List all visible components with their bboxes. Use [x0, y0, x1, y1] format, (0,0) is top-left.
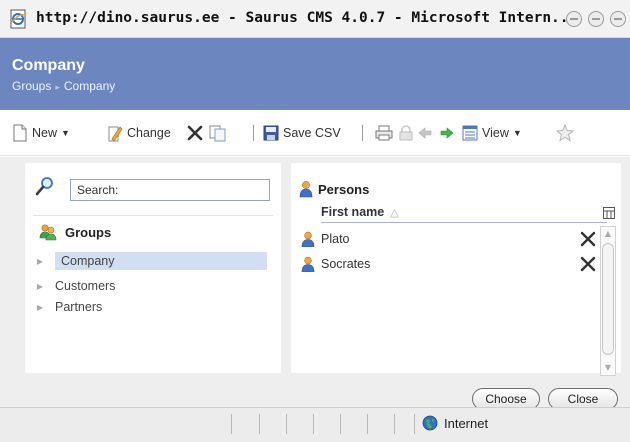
- person-row[interactable]: Plato: [301, 229, 596, 249]
- tree-item-partners[interactable]: ▶ Partners: [33, 296, 267, 318]
- tree-item-customers[interactable]: ▶ Customers: [33, 275, 267, 297]
- tree-item-label: Partners: [55, 300, 103, 314]
- status-divider: [259, 414, 260, 434]
- favorite-button[interactable]: [556, 122, 574, 144]
- printer-icon: [375, 125, 393, 141]
- delete-x-icon: [187, 125, 203, 141]
- person-icon: [299, 181, 313, 198]
- persons-title: Persons: [318, 181, 370, 197]
- status-divider: [286, 414, 287, 434]
- copy-icon: [209, 125, 226, 142]
- status-divider: [340, 414, 341, 434]
- copy-button[interactable]: [209, 122, 227, 144]
- star-icon: [556, 124, 574, 142]
- new-document-icon: [13, 124, 27, 142]
- toolbar-divider: [253, 125, 254, 141]
- save-csv-label: Save CSV: [283, 126, 341, 140]
- breadcrumb-item-groups[interactable]: Groups: [12, 79, 51, 93]
- chevron-down-icon: ▼: [512, 128, 522, 138]
- window-title: http://dino.saurus.ee - Saurus CMS 4.0.7…: [36, 10, 578, 26]
- move-right-button[interactable]: [440, 122, 454, 144]
- search-input[interactable]: [70, 179, 270, 201]
- status-divider: [367, 414, 368, 434]
- expand-arrow-icon[interactable]: ▶: [33, 303, 47, 312]
- groups-panel: Groups ▶ Company ▶ Customers ▶ Partners: [25, 163, 281, 373]
- new-button[interactable]: New ▼: [12, 122, 70, 144]
- person-name: Plato: [321, 232, 350, 246]
- view-button[interactable]: View ▼: [462, 122, 522, 144]
- window-titlebar: http://dino.saurus.ee - Saurus CMS 4.0.7…: [0, 0, 630, 38]
- breadcrumb-separator-icon: ▸: [55, 82, 60, 92]
- tree-item-label: Company: [55, 252, 267, 270]
- expand-arrow-icon[interactable]: ▶: [33, 257, 47, 266]
- main-area: Groups ▶ Company ▶ Customers ▶ Partners …: [0, 157, 630, 410]
- save-csv-button[interactable]: Save CSV: [263, 122, 341, 144]
- ie-page-icon: [10, 9, 27, 29]
- person-icon: [301, 256, 315, 272]
- status-divider: [414, 414, 415, 434]
- status-divider: [231, 414, 232, 434]
- persons-heading: Persons: [299, 180, 369, 198]
- new-label: New: [32, 126, 58, 140]
- lock-icon: [399, 125, 413, 141]
- groups-label: Groups: [65, 224, 112, 240]
- globe-icon: [422, 415, 438, 431]
- groups-heading: Groups: [39, 223, 111, 241]
- divider: [33, 215, 273, 216]
- tree-item-label: Customers: [55, 279, 116, 293]
- vertical-scrollbar[interactable]: ▲ ▼: [600, 226, 616, 376]
- change-label: Change: [127, 126, 171, 140]
- lock-button[interactable]: [398, 122, 414, 144]
- delete-x-icon[interactable]: [580, 231, 596, 247]
- toolbar-divider: [362, 125, 363, 141]
- move-left-button[interactable]: [418, 122, 432, 144]
- minimize-button[interactable]: [566, 11, 582, 27]
- tree-item-company[interactable]: ▶ Company: [33, 250, 267, 272]
- arrow-left-icon: [418, 127, 432, 139]
- delete-x-icon[interactable]: [580, 256, 596, 272]
- breadcrumb-item-company[interactable]: Company: [64, 79, 115, 93]
- view-label: View: [482, 126, 509, 140]
- maximize-button[interactable]: [588, 11, 604, 27]
- persons-panel: Persons First name △ Plato Socrates ▲ ▼: [291, 163, 621, 376]
- column-header-first-name[interactable]: First name △: [321, 205, 607, 223]
- chevron-down-icon: ▼: [61, 128, 70, 138]
- breadcrumb: Groups ▸ Company: [12, 79, 115, 93]
- person-icon: [301, 231, 315, 247]
- view-list-icon: [462, 125, 478, 141]
- scroll-up-icon[interactable]: ▲: [601, 227, 615, 241]
- security-zone: Internet: [422, 415, 488, 431]
- person-name: Socrates: [321, 257, 371, 271]
- expand-arrow-icon[interactable]: ▶: [33, 282, 47, 291]
- print-button[interactable]: [375, 122, 393, 144]
- column-header-label: First name: [321, 205, 385, 219]
- arrow-right-icon: [440, 127, 454, 139]
- close-window-button[interactable]: [610, 11, 626, 27]
- search-icon: [35, 177, 53, 196]
- zone-label: Internet: [444, 415, 489, 431]
- toolbar: New ▼ Change Save CSV View ▼: [0, 110, 630, 156]
- save-disk-icon: [263, 125, 279, 141]
- scroll-down-icon[interactable]: ▼: [601, 361, 615, 375]
- delete-button[interactable]: [187, 122, 203, 144]
- scrollbar-thumb[interactable]: [602, 243, 614, 355]
- status-divider: [313, 414, 314, 434]
- change-button[interactable]: Change: [107, 122, 171, 144]
- sort-icon[interactable]: △: [390, 207, 398, 219]
- page-header: Company Groups ▸ Company: [0, 38, 630, 110]
- status-bar: Internet: [0, 407, 630, 442]
- status-divider: [394, 414, 395, 434]
- column-menu-icon[interactable]: [603, 207, 615, 219]
- edit-icon: [108, 126, 123, 142]
- users-group-icon: [39, 224, 57, 241]
- page-title: Company: [12, 57, 85, 74]
- person-row[interactable]: Socrates: [301, 254, 596, 274]
